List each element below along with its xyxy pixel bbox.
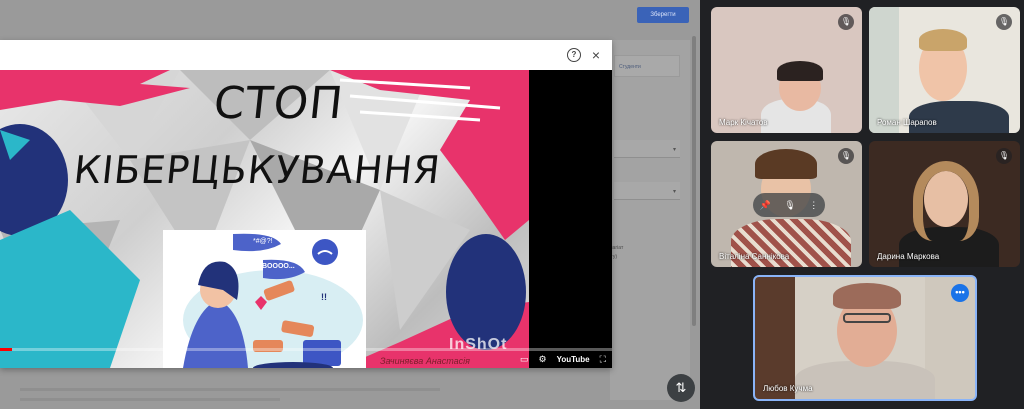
plagiarism-note: на плагіат нтенту) bbox=[600, 244, 690, 262]
subtitles-icon[interactable]: ▭ bbox=[520, 354, 529, 365]
participant-hair bbox=[833, 283, 901, 309]
glasses bbox=[843, 313, 891, 323]
participant-name: Віталіна Саннікова bbox=[719, 252, 790, 261]
video-title-line1: СТОП bbox=[211, 78, 347, 129]
symbols-bubble: *#@?! bbox=[253, 238, 273, 245]
youtube-player[interactable]: СТОП КІБЕРЦЬКУВАННЯ *#@?! BOOOO... !! In… bbox=[0, 70, 612, 368]
inshot-watermark: InShOt bbox=[449, 336, 508, 353]
participant-name: Дарина Маркова bbox=[877, 252, 940, 261]
participant-tile-1[interactable]: 🎙 Марк Кічатов bbox=[711, 7, 862, 133]
participant-name: Роман Шарапов bbox=[877, 118, 937, 127]
mic-off-icon: 🎙 bbox=[838, 148, 854, 164]
meet-window: Зберегти Студенти ▾ ▾ на плагіат нтенту)… bbox=[0, 0, 1024, 409]
participant-name: Марк Кічатов bbox=[719, 118, 768, 127]
participant-hair bbox=[777, 61, 823, 81]
save-button[interactable]: Зберегти bbox=[637, 7, 689, 23]
shared-screen: Зберегти Студенти ▾ ▾ на плагіат нтенту)… bbox=[0, 0, 700, 409]
swap-layout-icon[interactable]: ⇅ bbox=[667, 374, 695, 402]
exclaim-bubble: !! bbox=[321, 292, 327, 302]
mic-off-icon: 🎙 bbox=[996, 148, 1012, 164]
tile-hover-controls: 📌 🎙 ⋮ bbox=[753, 193, 825, 217]
participant-body bbox=[909, 101, 1009, 133]
note-line: нтенту) bbox=[600, 253, 690, 262]
more-options-icon[interactable]: ••• bbox=[951, 284, 969, 302]
page-line bbox=[20, 388, 440, 391]
participant-tile-2[interactable]: 🎙 Роман Шарапов bbox=[869, 7, 1020, 133]
pin-icon[interactable]: 📌 bbox=[760, 200, 771, 211]
progress-fill bbox=[0, 348, 13, 351]
participant-tile-3[interactable]: 📌 🎙 ⋮ 🎙 Віталіна Саннікова bbox=[711, 141, 862, 267]
classroom-side-panel bbox=[610, 40, 690, 400]
scrollbar[interactable] bbox=[692, 36, 696, 326]
video-dialog: ? × СТОП КІБЕРЦЬКУВАННЯ *#@?! BOOOO... !… bbox=[0, 40, 612, 368]
participant-name: Любов Кучма bbox=[763, 384, 813, 393]
youtube-logo[interactable]: YouTube bbox=[557, 355, 590, 364]
participant-body bbox=[795, 361, 935, 399]
player-controls: ▭ ⚙ YouTube ⛶ bbox=[520, 351, 606, 368]
students-chip[interactable]: Студенти bbox=[614, 55, 680, 77]
booo-bubble: BOOOO... bbox=[262, 263, 295, 270]
help-icon[interactable]: ? bbox=[567, 48, 581, 62]
curtain bbox=[869, 7, 899, 133]
note-line: на плагіат bbox=[600, 245, 624, 251]
topic-select[interactable]: ▾ bbox=[614, 140, 680, 158]
participant-tile-5[interactable]: ••• Любов Кучма bbox=[753, 275, 977, 401]
mic-off-icon[interactable]: 🎙 bbox=[784, 200, 795, 211]
participant-hair bbox=[919, 29, 967, 51]
page-line bbox=[20, 398, 280, 401]
mic-off-icon: 🎙 bbox=[838, 14, 854, 30]
video-credit: Зачиняєва Анастасія bbox=[380, 356, 470, 366]
points-select[interactable]: ▾ bbox=[614, 182, 680, 200]
close-icon[interactable]: × bbox=[589, 48, 603, 62]
chevron-down-icon: ▾ bbox=[672, 189, 676, 195]
participant-hair bbox=[755, 149, 817, 179]
participant-tile-4[interactable]: 🎙 Дарина Маркова bbox=[869, 141, 1020, 267]
more-vert-icon[interactable]: ⋮ bbox=[809, 200, 818, 211]
settings-gear-icon[interactable]: ⚙ bbox=[539, 354, 547, 365]
door-frame bbox=[755, 277, 795, 399]
mic-off-icon: 🎙 bbox=[996, 14, 1012, 30]
chevron-down-icon: ▾ bbox=[672, 147, 676, 153]
video-frame: СТОП КІБЕРЦЬКУВАННЯ *#@?! BOOOO... !! In… bbox=[0, 70, 529, 368]
video-title-line2: КІБЕРЦЬКУВАННЯ bbox=[71, 148, 443, 192]
fullscreen-icon[interactable]: ⛶ bbox=[600, 354, 606, 365]
participant-hair bbox=[913, 161, 979, 241]
dialog-header: ? × bbox=[0, 40, 612, 70]
